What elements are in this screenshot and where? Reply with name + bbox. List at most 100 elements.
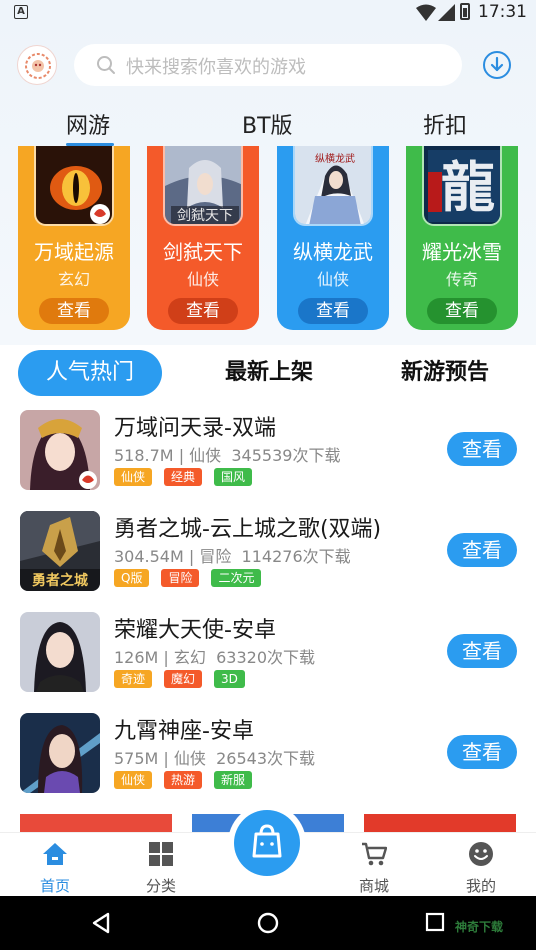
game-meta: 126M | 玄幻 63320次下载 [114, 648, 315, 667]
game-icon [20, 612, 100, 692]
game-icon: 纵横龙武 [293, 146, 373, 226]
view-button[interactable]: 查看 [447, 634, 517, 668]
tag-list: 奇迹 魔幻 3D [114, 670, 245, 688]
shopping-bag-icon [252, 824, 282, 858]
featured-game-genre: 传奇 [445, 270, 478, 289]
tag: 魔幻 [164, 670, 203, 688]
recents-icon[interactable] [425, 912, 445, 932]
tag: 热游 [164, 771, 203, 789]
search-bar[interactable]: 快来搜索你喜欢的游戏 [74, 44, 462, 86]
featured-game-genre: 玄幻 [57, 270, 90, 289]
status-bar: A 17:31 [0, 0, 536, 26]
nav-category[interactable]: 分类 [121, 833, 201, 897]
avatar-logo-icon [25, 53, 51, 79]
svg-text:龍: 龍 [441, 155, 495, 219]
back-icon[interactable] [90, 912, 112, 934]
nav-home[interactable]: 首页 [15, 833, 95, 897]
smiley-icon [469, 842, 493, 866]
game-genre: 玄幻 [173, 648, 206, 667]
list-item[interactable]: 万域问天录-双端 518.7M | 仙侠 345539次下载 仙侠 经典 国风 … [0, 410, 536, 510]
tag: 仙侠 [114, 468, 153, 486]
signal-icon [438, 4, 455, 21]
featured-game-name: 万域起源 [34, 240, 114, 264]
view-button[interactable]: 查看 [447, 735, 517, 769]
tag: 二次元 [211, 569, 262, 587]
svg-text:勇者之城: 勇者之城 [32, 572, 88, 589]
game-genre: 仙侠 [173, 749, 206, 768]
featured-game-genre: 仙侠 [316, 270, 349, 289]
list-item[interactable]: 荣耀大天使-安卓 126M | 玄幻 63320次下载 奇迹 魔幻 3D 查看 [0, 612, 536, 712]
featured-game-name: 耀光冰雪 [422, 240, 502, 264]
game-size: 126M [114, 648, 159, 667]
tag-list: 仙侠 经典 国风 [114, 468, 253, 486]
featured-game-name: 纵横龙武 [293, 240, 373, 264]
shop-bag-button[interactable] [234, 810, 300, 876]
tag: 经典 [164, 468, 203, 486]
game-size: 518.7M [114, 446, 174, 465]
nav-profile[interactable]: 我的 [441, 833, 521, 897]
game-meta: 518.7M | 仙侠 345539次下载 [114, 446, 341, 465]
download-count: 63320次下载 [216, 648, 315, 667]
view-button[interactable]: 查看 [447, 432, 517, 466]
game-icon [20, 713, 100, 793]
game-size: 304.54M [114, 547, 184, 566]
nav-store-label: 商城 [358, 877, 389, 895]
tag-list: Q版 冒险 二次元 [114, 569, 262, 587]
game-title: 万域问天录-双端 [114, 416, 276, 441]
tag: 奇迹 [114, 670, 153, 688]
app-screen: A 17:31 快来搜索你喜欢的游戏 网游 BT版 折扣 万域起源 玄幻 查看 … [0, 0, 536, 950]
tag: 新服 [214, 771, 253, 789]
list-item[interactable]: 勇者之城 勇者之城-云上城之歌(双端) 304.54M | 冒险 114276次… [0, 511, 536, 611]
view-button[interactable]: 查看 [298, 298, 368, 324]
wifi-icon [416, 4, 436, 21]
game-genre: 仙侠 [189, 446, 222, 465]
view-button[interactable]: 查看 [168, 298, 238, 324]
view-button[interactable]: 查看 [427, 298, 497, 324]
download-icon[interactable] [482, 50, 512, 80]
banner[interactable] [20, 814, 172, 834]
tab-upcoming[interactable]: 新游预告 [380, 350, 510, 396]
game-icon [34, 146, 114, 226]
featured-game-genre: 仙侠 [186, 270, 219, 289]
home-button-icon[interactable] [257, 912, 279, 934]
battery-icon [460, 3, 470, 20]
watermark: 神奇下载 [455, 920, 504, 934]
download-count: 26543次下载 [216, 749, 315, 768]
tab-new-releases[interactable]: 最新上架 [204, 350, 334, 396]
grid-icon [149, 842, 173, 866]
tag-list: 仙侠 热游 新服 [114, 771, 253, 789]
game-meta: 575M | 仙侠 26543次下载 [114, 749, 315, 768]
nav-profile-label: 我的 [465, 877, 496, 895]
svg-text:纵横龙武: 纵横龙武 [315, 152, 355, 165]
list-item[interactable]: 九霄神座-安卓 575M | 仙侠 26543次下载 仙侠 热游 新服 查看 [0, 713, 536, 813]
tab-popular[interactable]: 人气热门 [18, 350, 162, 396]
game-title: 九霄神座-安卓 [114, 719, 254, 744]
banner[interactable] [364, 814, 516, 834]
tab-online-games[interactable]: 网游 [66, 108, 110, 140]
featured-card[interactable]: 纵横龙武 纵横龙武 仙侠 查看 [277, 146, 389, 330]
search-placeholder: 快来搜索你喜欢的游戏 [126, 57, 306, 78]
game-title: 荣耀大天使-安卓 [114, 618, 276, 643]
game-meta: 304.54M | 冒险 114276次下载 [114, 547, 351, 566]
tag: 冒险 [161, 569, 200, 587]
nav-home-label: 首页 [39, 877, 70, 895]
svg-text:剑弑天下: 剑弑天下 [177, 208, 233, 224]
featured-card[interactable]: 龍 耀光冰雪 传奇 查看 [406, 146, 518, 330]
featured-card[interactable]: 万域起源 玄幻 查看 [18, 146, 130, 330]
app-notification-icon: A [14, 5, 28, 19]
game-size: 575M [114, 749, 159, 768]
game-title: 勇者之城-云上城之歌(双端) [114, 517, 382, 542]
game-icon: 龍 [422, 146, 502, 226]
tag: Q版 [114, 569, 150, 587]
tab-discount[interactable]: 折扣 [423, 108, 467, 140]
user-avatar[interactable] [17, 45, 57, 85]
search-icon [97, 56, 115, 74]
nav-store[interactable]: 商城 [334, 833, 414, 897]
tab-bt-version[interactable]: BT版 [242, 108, 293, 140]
download-count: 345539次下载 [231, 446, 341, 465]
tag: 3D [214, 670, 245, 688]
view-button[interactable]: 查看 [447, 533, 517, 567]
tag: 国风 [214, 468, 253, 486]
view-button[interactable]: 查看 [39, 298, 109, 324]
featured-card[interactable]: 剑弑天下 剑弑天下 仙侠 查看 [147, 146, 259, 330]
